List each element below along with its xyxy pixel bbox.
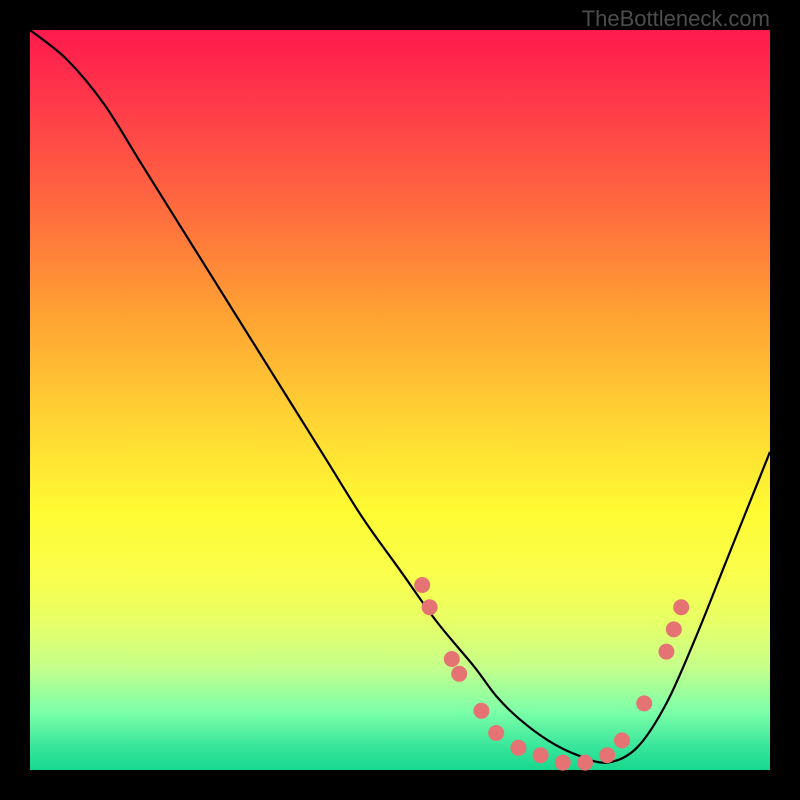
data-marker	[666, 621, 682, 637]
plot-area	[30, 30, 770, 770]
data-marker	[488, 725, 504, 741]
data-marker	[614, 732, 630, 748]
data-marker	[555, 755, 571, 771]
data-marker	[414, 577, 430, 593]
data-marker	[599, 747, 615, 763]
data-marker	[422, 599, 438, 615]
curve-svg	[30, 30, 770, 770]
data-marker	[577, 755, 593, 771]
data-marker	[473, 703, 489, 719]
chart-frame: TheBottleneck.com	[0, 0, 800, 800]
attribution-text: TheBottleneck.com	[582, 6, 770, 32]
data-marker	[673, 599, 689, 615]
data-marker	[451, 666, 467, 682]
data-marker	[658, 644, 674, 660]
data-marker	[510, 740, 526, 756]
data-marker	[533, 747, 549, 763]
data-marker	[444, 651, 460, 667]
data-marker	[636, 695, 652, 711]
